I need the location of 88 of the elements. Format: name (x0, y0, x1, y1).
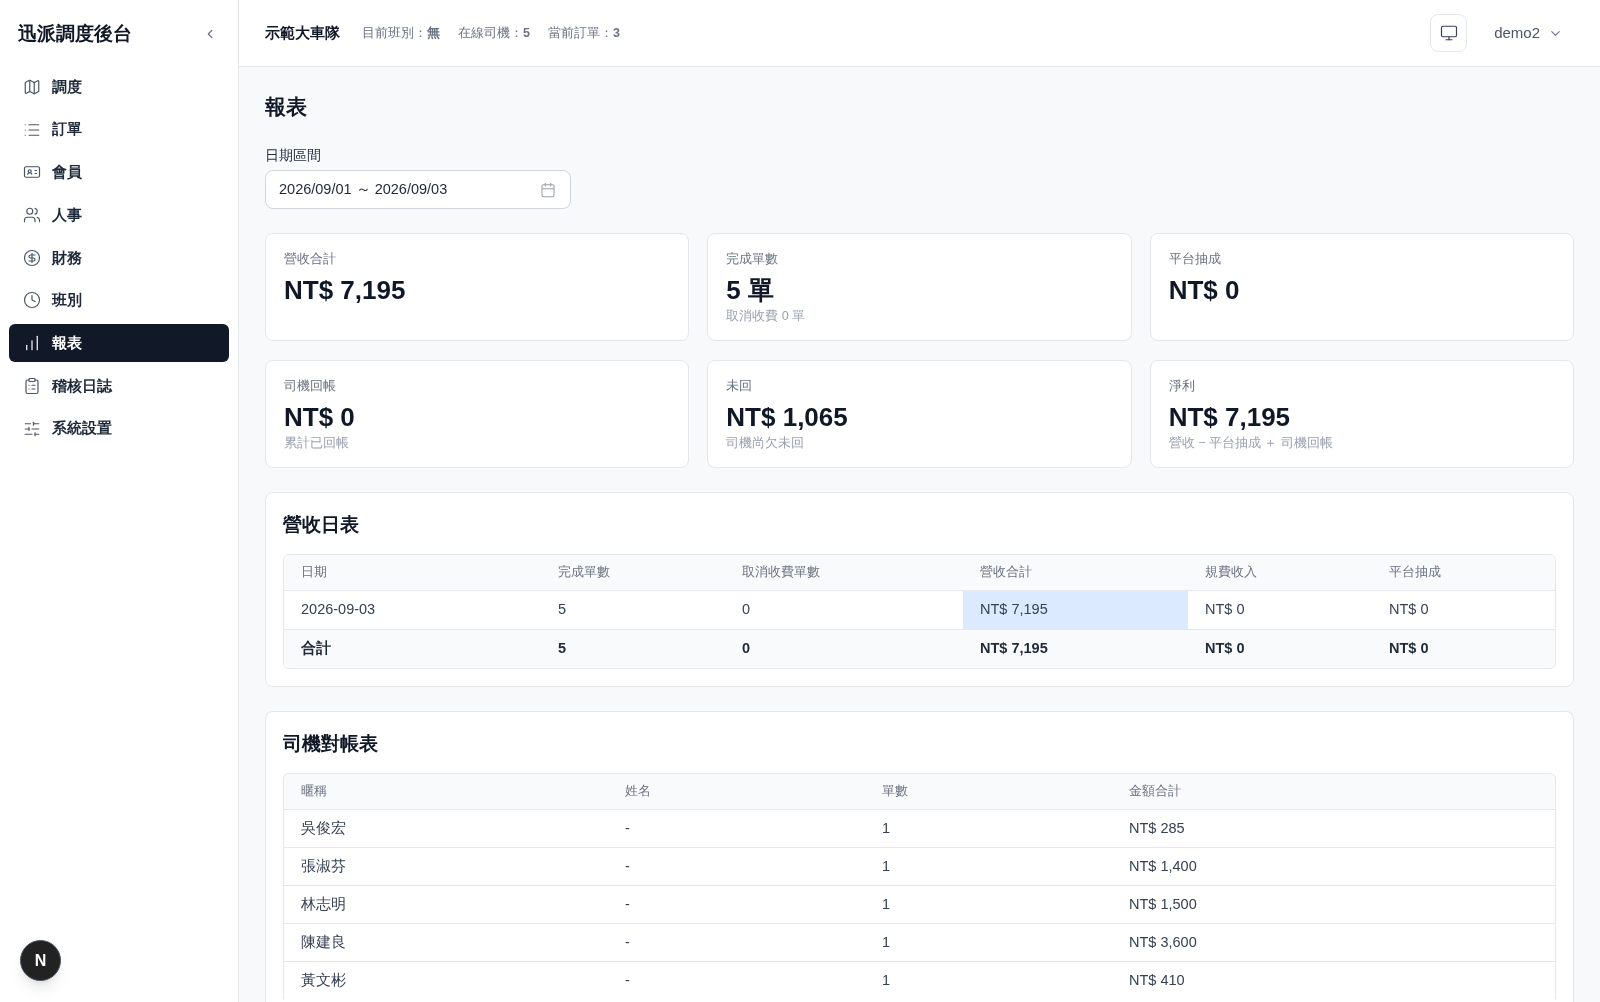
nav-item[interactable]: 調度 (9, 68, 229, 106)
table-cell: NT$ 7,195 (963, 591, 1188, 629)
table-cell-text: 合計 (300, 639, 332, 659)
column-header: 完成單數 (557, 564, 611, 582)
table-cell-text: 1 (881, 894, 892, 914)
table-cell-text: NT$ 0 (1204, 600, 1246, 620)
stat-value: NT$ 0 (1168, 274, 1241, 307)
column-header: 規費收入 (1204, 564, 1258, 582)
nav-item[interactable]: 人事 (9, 196, 229, 235)
column-header: 姓名 (624, 783, 652, 801)
table-cell-text: - (624, 970, 631, 990)
stat-label: 淨利 (1168, 378, 1196, 395)
column-header: 日期 (300, 564, 328, 582)
bar-chart-icon (23, 334, 41, 353)
table-cell-text: - (624, 894, 631, 914)
table-cell-text: 1 (881, 932, 892, 952)
table-cell-text: NT$ 0 (1204, 639, 1246, 659)
table-cell-text: 林志明 (300, 894, 347, 914)
date-range-label: 日期區間 (265, 146, 321, 165)
table-cell-text: NT$ 0 (1388, 639, 1430, 659)
table-cell-text: NT$ 285 (1128, 818, 1186, 838)
stat-label: 司機回帳 (284, 378, 337, 395)
table-cell-text: 5 (557, 639, 568, 659)
table-cell-text: NT$ 1,500 (1128, 894, 1198, 914)
column-header: 平台抽成 (1388, 564, 1442, 582)
section-title: 司機對帳表 (283, 732, 379, 756)
column-header: 暱稱 (300, 783, 328, 801)
table-cell-text: NT$ 3,600 (1128, 932, 1198, 952)
status-stat: 在線司機：5 (458, 24, 530, 42)
table-cell-text: 5 (557, 600, 568, 620)
display-button[interactable] (1430, 14, 1468, 52)
dollar-icon (23, 248, 41, 267)
stat-note: 司機尚欠未回 (726, 435, 806, 451)
table-cell-text: 1 (881, 818, 892, 838)
table-cell-text: - (624, 932, 631, 952)
table-cell-text: 張淑芬 (300, 856, 347, 876)
stat-note: 營收 − 平台抽成 ＋ 司機回帳 (1168, 435, 1334, 451)
table-cell-text: 陳建良 (300, 932, 347, 952)
table-cell-text: NT$ 7,195 (979, 639, 1049, 659)
page-title: 報表 (265, 94, 308, 120)
stat-label: 完成單數 (726, 251, 780, 268)
nav-item[interactable]: 報表 (9, 324, 229, 363)
calendar-icon (540, 181, 556, 198)
table-cell-text: NT$ 1,400 (1128, 856, 1198, 876)
status-stat: 當前訂單：3 (547, 24, 620, 42)
stat-note: 取消收費 0 單 (726, 308, 807, 324)
map-icon (23, 78, 41, 96)
stat-value: 5 單 (726, 274, 775, 307)
stat-value: NT$ 1,065 (726, 401, 849, 434)
column-header: 單數 (881, 783, 909, 801)
stat-value: NT$ 7,195 (284, 274, 407, 307)
stat-label: 平台抽成 (1168, 251, 1222, 268)
table-cell-text: 2026-09-03 (300, 600, 377, 620)
table-cell-text: 0 (741, 600, 752, 620)
nav-item[interactable]: 班別 (9, 281, 229, 320)
nav-item[interactable]: 訂單 (9, 110, 229, 149)
nav-item[interactable]: 系統設置 (9, 409, 229, 448)
nav-item[interactable]: 稽核日誌 (9, 366, 229, 405)
app-title: 迅派調度後台 (18, 21, 132, 46)
table-cell-text: - (624, 856, 631, 876)
sliders-icon (23, 419, 41, 438)
nav-item[interactable]: 財務 (9, 238, 229, 277)
nav-item[interactable]: 會員 (9, 153, 229, 192)
table-cell-text: NT$ 410 (1128, 970, 1186, 990)
table-cell-text: - (624, 818, 631, 838)
users-icon (23, 206, 41, 225)
table-cell-text: NT$ 0 (1388, 600, 1430, 620)
date-range-field[interactable]: 2026/09/01 ～ 2026/09/03 (265, 170, 571, 209)
fleet-name: 示範大車隊 (265, 22, 340, 43)
table-cell-text: 1 (881, 970, 892, 990)
clock-icon (23, 291, 41, 310)
stat-value: NT$ 7,195 (1168, 401, 1292, 434)
clipboard-icon (23, 376, 41, 395)
stat-note: 累計已回帳 (284, 435, 350, 451)
stat-label: 營收合計 (284, 251, 337, 268)
user-menu-button[interactable]: demo2 (1482, 15, 1575, 51)
status-stat: 目前班別：無 (362, 24, 440, 42)
table-cell-text: 0 (741, 639, 752, 659)
column-header: 金額合計 (1128, 783, 1182, 801)
stat-label: 未回 (726, 378, 754, 395)
table-cell-text: 黃文彬 (300, 970, 347, 990)
table-cell-text: 吳俊宏 (300, 818, 347, 838)
section-title: 營收日表 (283, 513, 360, 537)
stat-value: NT$ 0 (284, 401, 356, 434)
table-cell-text: 1 (881, 856, 892, 876)
column-header: 取消收費單數 (741, 564, 821, 582)
column-header: 營收合計 (979, 564, 1033, 582)
monitor-icon (1439, 24, 1458, 42)
